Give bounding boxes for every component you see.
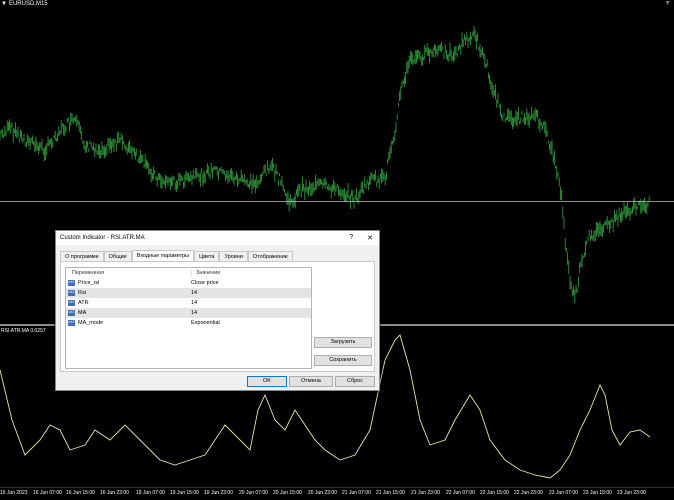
parameter-icon: val [68,320,75,326]
parameter-icon: val [68,290,75,296]
close-button[interactable]: ✕ [367,234,373,242]
time-label: 16 Jun 15:00 [66,490,95,496]
symbol-dropdown-icon[interactable]: ▼ [1,1,7,7]
param-value[interactable]: Exponential [191,320,220,326]
time-label: 20 Jun 23:00 [308,490,337,496]
param-value[interactable]: 14 [191,290,197,296]
parameter-icon: val [68,280,75,286]
param-value[interactable]: 14 [191,300,197,306]
time-label: 23 Jun 23:00 [617,490,646,496]
param-name: MA_mode [78,320,104,326]
time-label: 22 Jun 23:00 [514,490,543,496]
symbol-label: ▼ EURUSD,M15 [1,1,48,7]
time-label: 22 Jun 15:00 [480,490,509,496]
time-label: 23 Jun 15:00 [583,490,612,496]
time-label: 19 Jun 23:00 [204,490,233,496]
inputs-panel: Переменная Значение val Price_rsi Close p… [60,261,375,372]
time-label: 19 Jun 15:00 [170,490,199,496]
table-row[interactable]: val Price_rsi Close price [66,278,311,288]
column-header-value[interactable]: Значение [192,270,220,276]
time-label: 22 Jun 07:00 [446,490,475,496]
time-label: 23 Jun 07:00 [549,490,578,496]
param-value[interactable]: 14 [191,310,197,316]
table-row[interactable]: val Rsi 14 [66,288,311,298]
dialog-title: Custom Indicator - RSI.ATR.MA [60,235,145,241]
time-label: 21 Jun 07:00 [342,490,371,496]
param-name: Price_rsi [78,280,100,286]
load-button[interactable]: Загрузить [314,337,372,348]
table-header: Переменная Значение [66,268,311,278]
time-axis: 15 Jun 2023 16 Jun 07:00 16 Jun 15:00 16… [0,488,674,500]
time-label: 16 Jun 23:00 [100,490,129,496]
table-row[interactable]: val MA 14 [66,308,311,318]
time-label: 16 Jun 07:00 [33,490,62,496]
param-name: MA [78,310,87,316]
custom-indicator-dialog: Custom Indicator - RSI.ATR.MA ? ✕ О прог… [55,230,380,391]
table-row[interactable]: val ATR 14 [66,298,311,308]
reset-button[interactable]: Сброс [335,376,375,387]
time-label: 15 Jun 2023 [0,490,28,496]
cancel-button[interactable]: Отмена [289,376,333,387]
save-button[interactable]: Сохранить [314,355,372,366]
time-label: 21 Jun 23:00 [411,490,440,496]
param-name: ATR [78,300,89,306]
ok-button[interactable]: OK [247,376,287,387]
param-name: Rsi [78,290,86,296]
parameter-icon: val [68,310,75,316]
table-row[interactable]: val MA_mode Exponential [66,318,311,328]
time-label: 20 Jun 07:00 [239,490,268,496]
symbol-text: EURUSD,M15 [8,1,48,7]
help-button[interactable]: ? [349,234,353,242]
window-corner-icon: ▼ [664,0,671,7]
param-value[interactable]: Close price [191,280,219,286]
time-label: 20 Jun 15:00 [273,490,302,496]
time-label: 19 Jun 07:00 [136,490,165,496]
params-table: Переменная Значение val Price_rsi Close p… [65,267,312,369]
time-label: 21 Jun 15:00 [376,490,405,496]
parameter-icon: val [68,300,75,306]
dialog-titlebar: Custom Indicator - RSI.ATR.MA ? ✕ [56,231,379,245]
indicator-label: RSI.ATR.MA 0.0257 [1,328,46,334]
column-header-variable[interactable]: Переменная [66,270,192,276]
